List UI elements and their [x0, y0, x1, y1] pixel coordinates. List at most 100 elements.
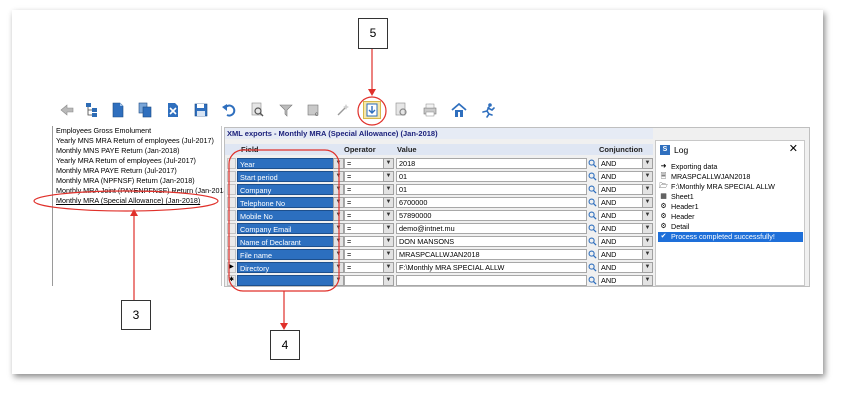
save-icon[interactable]: [192, 101, 210, 119]
chevron-down-icon[interactable]: ▼: [642, 223, 653, 234]
field-select[interactable]: [237, 275, 343, 286]
chevron-down-icon[interactable]: ▼: [333, 184, 344, 195]
chevron-down-icon[interactable]: ▼: [383, 262, 394, 273]
chevron-down-icon[interactable]: ▼: [383, 171, 394, 182]
chevron-down-icon[interactable]: ▼: [642, 236, 653, 247]
export-icon[interactable]: [363, 101, 381, 119]
chevron-down-icon[interactable]: ▼: [333, 197, 344, 208]
chevron-down-icon[interactable]: ▼: [383, 275, 394, 286]
value-input[interactable]: 2018: [396, 158, 587, 169]
field-select[interactable]: File name: [237, 249, 343, 260]
field-select[interactable]: Company: [237, 184, 343, 195]
run-icon[interactable]: [479, 101, 497, 119]
tools-icon[interactable]: c: [305, 101, 323, 119]
value-input[interactable]: 6700000: [396, 197, 587, 208]
row-selector[interactable]: [227, 223, 236, 234]
log-item[interactable]: ⚙ Detail: [658, 222, 803, 232]
chevron-down-icon[interactable]: ▼: [333, 158, 344, 169]
search-icon[interactable]: [587, 275, 597, 286]
chevron-down-icon[interactable]: ▼: [642, 184, 653, 195]
value-input[interactable]: 01: [396, 171, 587, 182]
field-select[interactable]: Telephone No: [237, 197, 343, 208]
field-select[interactable]: Year: [237, 158, 343, 169]
search-icon[interactable]: [587, 262, 597, 273]
search-icon[interactable]: [587, 158, 597, 169]
row-selector[interactable]: ✱: [227, 275, 236, 286]
undo-icon[interactable]: [220, 101, 238, 119]
chevron-down-icon[interactable]: ▼: [383, 158, 394, 169]
chevron-down-icon[interactable]: ▼: [333, 275, 344, 286]
search-icon[interactable]: [587, 249, 597, 260]
search-icon[interactable]: [587, 236, 597, 247]
copy-icon[interactable]: [136, 101, 154, 119]
row-selector[interactable]: [227, 171, 236, 182]
close-icon[interactable]: ✕: [789, 143, 798, 155]
log-item[interactable]: ➜ Exporting data: [658, 162, 803, 172]
chevron-down-icon[interactable]: ▼: [333, 223, 344, 234]
field-select[interactable]: Name of Declarant: [237, 236, 343, 247]
list-item[interactable]: Yearly MRA Return of employees (Jul-2017…: [56, 156, 196, 166]
chevron-down-icon[interactable]: ▼: [333, 249, 344, 260]
log-item[interactable]: ⚙ Header1: [658, 202, 803, 212]
field-select[interactable]: Directory: [237, 262, 343, 273]
chevron-down-icon[interactable]: ▼: [383, 184, 394, 195]
row-selector[interactable]: [227, 210, 236, 221]
row-selector[interactable]: ▶: [227, 262, 236, 273]
chevron-down-icon[interactable]: ▼: [383, 197, 394, 208]
chevron-down-icon[interactable]: ▼: [642, 249, 653, 260]
preview-icon[interactable]: [392, 101, 410, 119]
chevron-down-icon[interactable]: ▼: [642, 171, 653, 182]
chevron-down-icon[interactable]: ▼: [383, 249, 394, 260]
field-select[interactable]: Start period: [237, 171, 343, 182]
row-selector[interactable]: [227, 158, 236, 169]
search-icon[interactable]: [587, 197, 597, 208]
value-input[interactable]: DON MANSONS: [396, 236, 587, 247]
search-icon[interactable]: [587, 184, 597, 195]
chevron-down-icon[interactable]: ▼: [642, 158, 653, 169]
value-input[interactable]: 57890000: [396, 210, 587, 221]
search-icon[interactable]: [587, 210, 597, 221]
list-item[interactable]: Monthly MRA Joint (PAYENPFNSF) Return (J…: [56, 186, 230, 196]
print-icon[interactable]: [421, 101, 439, 119]
chevron-down-icon[interactable]: ▼: [642, 275, 653, 286]
list-item[interactable]: Employees Gross Emolument: [56, 126, 151, 136]
list-item-selected[interactable]: Monthly MRA (Special Allowance) (Jan-201…: [56, 196, 200, 206]
search-icon[interactable]: [587, 171, 597, 182]
value-input[interactable]: F:\Monthly MRA SPECIAL ALLW: [396, 262, 587, 273]
list-item[interactable]: Monthly MRA (NPFNSF) Return (Jan-2018): [56, 176, 195, 186]
back-icon[interactable]: [58, 101, 76, 119]
log-item[interactable]: ✔ Process completed successfully!: [658, 232, 803, 242]
value-input[interactable]: 01: [396, 184, 587, 195]
log-item[interactable]: 🗁 F:\Monthly MRA SPECIAL ALLW: [658, 182, 803, 192]
row-selector[interactable]: [227, 249, 236, 260]
list-item[interactable]: Monthly MRA PAYE Return (Jul-2017): [56, 166, 177, 176]
value-input[interactable]: demo@intnet.mu: [396, 223, 587, 234]
row-selector[interactable]: [227, 236, 236, 247]
search-doc-icon[interactable]: [248, 101, 266, 119]
log-item[interactable]: 🗏 MRASPCALLWJAN2018: [658, 172, 803, 182]
chevron-down-icon[interactable]: ▼: [642, 210, 653, 221]
row-selector[interactable]: [227, 197, 236, 208]
chevron-down-icon[interactable]: ▼: [383, 236, 394, 247]
chevron-down-icon[interactable]: ▼: [333, 262, 344, 273]
document-icon[interactable]: [109, 101, 127, 119]
chevron-down-icon[interactable]: ▼: [642, 197, 653, 208]
delete-icon[interactable]: [164, 101, 182, 119]
magic-icon[interactable]: [334, 101, 352, 119]
log-item[interactable]: ⚙ Header: [658, 212, 803, 222]
field-select[interactable]: Company Email: [237, 223, 343, 234]
list-item[interactable]: Monthly MNS PAYE Return (Jan-2018): [56, 146, 180, 156]
row-selector[interactable]: [227, 184, 236, 195]
list-item[interactable]: Yearly MNS MRA Return of employees (Jul-…: [56, 136, 214, 146]
chevron-down-icon[interactable]: ▼: [333, 171, 344, 182]
chevron-down-icon[interactable]: ▼: [642, 262, 653, 273]
value-input[interactable]: MRASPCALLWJAN2018: [396, 249, 587, 260]
chevron-down-icon[interactable]: ▼: [333, 210, 344, 221]
field-select[interactable]: Mobile No: [237, 210, 343, 221]
chevron-down-icon[interactable]: ▼: [333, 236, 344, 247]
chevron-down-icon[interactable]: ▼: [383, 223, 394, 234]
search-icon[interactable]: [587, 223, 597, 234]
tree-icon[interactable]: [83, 101, 101, 119]
chevron-down-icon[interactable]: ▼: [383, 210, 394, 221]
value-input[interactable]: [396, 275, 587, 286]
